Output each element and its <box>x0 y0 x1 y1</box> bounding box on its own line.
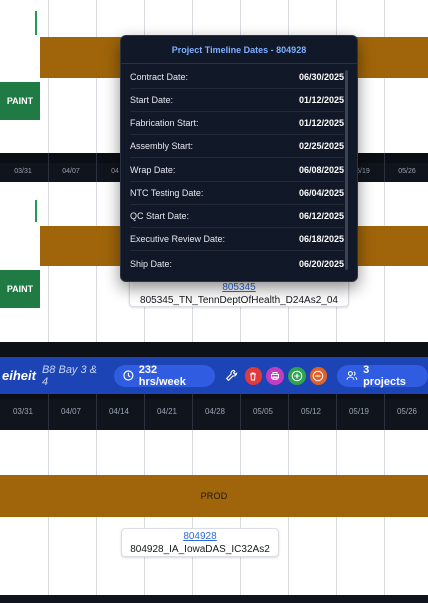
date-label: 03/31 <box>12 407 34 416</box>
tooltip-value: 06/04/2025 <box>298 188 344 198</box>
bottom-schedule-row: PROD 804928 804928_IA_IowaDAS_IC32As2 <box>0 430 428 595</box>
schedule-marker <box>35 200 37 222</box>
tooltip-row: Ship Date: 06/20/2025 <box>130 252 344 275</box>
date-label: 05/12 <box>300 407 322 416</box>
project-name: 805345_TN_TennDeptOfHealth_D24As2_04 <box>140 295 338 306</box>
project-card[interactable]: 804928 804928_IA_IowaDAS_IC32As2 <box>121 528 279 557</box>
trash-icon[interactable] <box>244 366 263 385</box>
users-icon <box>346 371 358 380</box>
paint-label: PAINT <box>6 96 34 106</box>
minus-circle-icon[interactable] <box>309 366 328 385</box>
paint-block[interactable]: PAINT <box>0 82 40 120</box>
tooltip-scrollbar[interactable] <box>345 70 348 270</box>
tooltip-row: Executive Review Date: 06/18/2025 <box>130 228 344 251</box>
tooltip-value: 06/12/2025 <box>298 211 344 221</box>
tooltip-row: Wrap Date: 06/08/2025 <box>130 159 344 182</box>
project-card[interactable]: 805345 805345_TN_TennDeptOfHealth_D24As2… <box>129 279 349 307</box>
date-label: 04/07 <box>62 168 80 175</box>
tooltip-label: Fabrication Start: <box>130 118 199 128</box>
tooltip-row: QC Start Date: 06/12/2025 <box>130 205 344 228</box>
printer-icon[interactable] <box>266 366 284 385</box>
date-label: 05/26 <box>398 168 416 175</box>
projects-badge[interactable]: 3 projects <box>337 363 428 388</box>
tooltip-label: Assembly Start: <box>130 141 194 151</box>
tooltip-label: QC Start Date: <box>130 211 190 221</box>
plus-circle-icon[interactable] <box>287 366 306 385</box>
tooltip-row: Start Date: 01/12/2025 <box>130 89 344 112</box>
prod-bar[interactable]: PROD <box>0 475 428 517</box>
date-label: 04/14 <box>108 407 130 416</box>
date-label: 04 <box>111 168 119 175</box>
section-divider <box>0 342 428 357</box>
date-label: 03/31 <box>14 168 32 175</box>
tooltip-value: 01/12/2025 <box>298 118 344 128</box>
tooltip-label: Contract Date: <box>130 72 189 82</box>
paint-label: PAINT <box>6 284 34 294</box>
tooltip-value: 06/20/2025 <box>298 258 344 269</box>
date-label: 04/07 <box>60 407 82 416</box>
date-label: 05/05 <box>252 407 274 416</box>
tooltip-label: Executive Review Date: <box>130 234 226 244</box>
date-label: 04/21 <box>156 407 178 416</box>
tooltip-label: Start Date: <box>130 95 174 105</box>
hours-label: 232 hrs/week <box>138 363 186 388</box>
tooltip-value: 06/08/2025 <box>298 165 344 175</box>
project-link[interactable]: 804928 <box>128 531 272 543</box>
date-label: 04/28 <box>204 407 226 416</box>
wrench-icon[interactable] <box>223 367 241 385</box>
tooltip-title: Project Timeline Dates - 804928 <box>121 36 357 64</box>
tooltip-label: Ship Date: <box>130 258 173 269</box>
tooltip-label: NTC Testing Date: <box>130 188 204 198</box>
bottom-edge <box>0 595 428 603</box>
tooltip-row: Fabrication Start: 01/12/2025 <box>130 112 344 135</box>
tooltip-row: Contract Date: 06/30/2025 <box>130 66 344 89</box>
scheduler-page: PAINT 03/31 04/07 04 05/19 05/26 PAINT 8… <box>0 0 428 603</box>
project-name: 804928_IA_IowaDAS_IC32As2 <box>130 544 270 555</box>
schedule-marker <box>35 11 37 35</box>
projects-label: 3 projects <box>363 363 406 388</box>
prod-label: PROD <box>200 491 228 501</box>
paint-block[interactable]: PAINT <box>0 270 40 308</box>
tooltip-value: 06/30/2025 <box>298 72 344 82</box>
bay-toolbar: eiheit B8 Bay 3 & 4 232 hrs/week 3 proje… <box>0 357 428 394</box>
date-label: 05/19 <box>348 407 370 416</box>
hours-badge[interactable]: 232 hrs/week <box>114 363 215 388</box>
tooltip-value: 06/18/2025 <box>298 234 344 244</box>
brand-name: eiheit <box>2 368 36 383</box>
tooltip-row: Assembly Start: 02/25/2025 <box>130 135 344 158</box>
timeline-dates-tooltip: Project Timeline Dates - 804928 Contract… <box>120 35 358 282</box>
bottom-timeline-header: 03/31 04/07 04/14 04/21 04/28 05/05 05/1… <box>0 394 428 430</box>
tooltip-label: Wrap Date: <box>130 165 176 175</box>
tooltip-value: 01/12/2025 <box>298 95 344 105</box>
bay-name: B8 Bay 3 & 4 <box>41 363 98 388</box>
tooltip-row: NTC Testing Date: 06/04/2025 <box>130 182 344 205</box>
project-link[interactable]: 805345 <box>136 282 342 294</box>
tooltip-value: 02/25/2025 <box>298 141 344 151</box>
clock-icon <box>123 370 134 381</box>
date-label: 05/26 <box>396 407 418 416</box>
